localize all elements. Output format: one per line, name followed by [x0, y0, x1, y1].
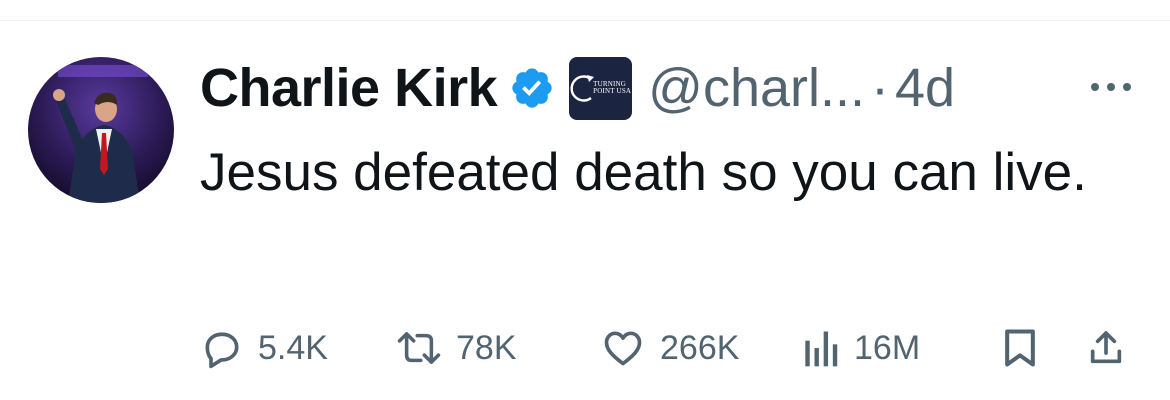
repost-icon	[397, 332, 441, 364]
bookmark-button[interactable]	[1000, 318, 1040, 378]
reply-button[interactable]: 5.4K	[200, 318, 328, 378]
views-count: 16M	[854, 328, 921, 367]
tweet-header: Charlie Kirk TURNING POINT USA @charl...…	[200, 48, 955, 128]
reply-bubble-icon	[205, 332, 239, 369]
bookmark-icon	[1005, 329, 1035, 367]
views-button[interactable]: 16M	[800, 318, 920, 378]
author-handle[interactable]: @charl...	[648, 57, 865, 119]
share-upload-icon	[1090, 331, 1122, 364]
share-button[interactable]	[1086, 318, 1126, 378]
repost-button[interactable]: 78K	[396, 318, 517, 378]
reply-count: 5.4K	[258, 328, 328, 367]
tweet: Charlie Kirk TURNING POINT USA @charl...…	[0, 0, 1170, 400]
tweet-timestamp[interactable]: 4d	[895, 57, 955, 119]
affiliation-badge[interactable]: TURNING POINT USA	[569, 56, 633, 120]
more-dots-icon	[1091, 83, 1131, 91]
more-options-button[interactable]	[1081, 72, 1141, 102]
repost-count: 78K	[456, 328, 517, 367]
affiliation-text-line-2: POINT USA	[593, 86, 632, 95]
avatar[interactable]	[28, 57, 174, 203]
affiliation-badge-text: TURNING POINT USA	[593, 80, 632, 95]
author-display-name[interactable]: Charlie Kirk	[200, 57, 498, 119]
separator-dot: ·	[871, 58, 889, 118]
verified-badge-icon[interactable]	[509, 65, 555, 111]
tweet-text: Jesus defeated death so you can live.	[200, 143, 1087, 202]
analytics-bars-icon	[805, 331, 838, 367]
like-count: 266K	[660, 328, 740, 367]
like-button[interactable]: 266K	[600, 318, 739, 378]
heart-icon	[604, 331, 642, 366]
action-bar: 5.4K 78K 266K 16M	[200, 318, 1150, 378]
